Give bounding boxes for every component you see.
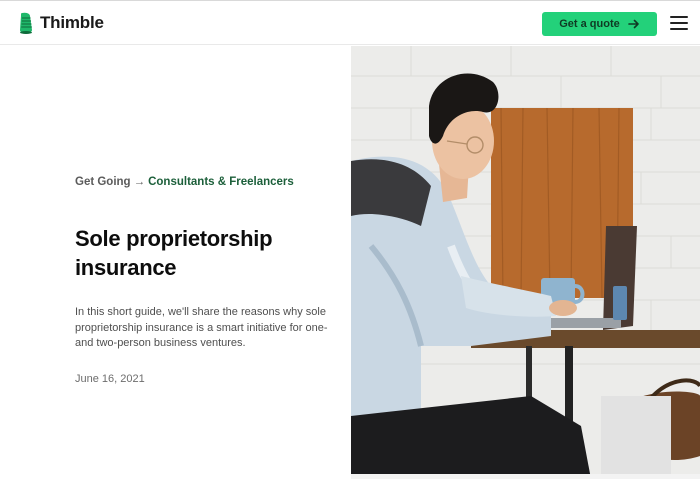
hero-photo-person-laptop <box>351 46 700 479</box>
breadcrumb-separator: → <box>133 176 146 188</box>
site-header: Thimble Get a quote <box>0 0 700 45</box>
hero-image <box>351 46 700 479</box>
hero-text-section: Get Going → Consultants & Freelancers Sole… <box>0 46 351 479</box>
get-a-quote-label: Get a quote <box>559 18 620 30</box>
thimble-logo-icon <box>20 12 32 34</box>
article-intro: In this short guide, we'll share the rea… <box>75 306 328 349</box>
page-title: Sole proprietorship insurance <box>75 226 273 280</box>
brand-name: Thimble <box>40 13 104 32</box>
breadcrumb-link-consultants[interactable]: Consultants & Freelancers <box>148 176 294 188</box>
brand-logo-link[interactable]: Thimble <box>18 12 104 34</box>
hamburger-menu-icon[interactable] <box>670 16 688 32</box>
breadcrumb: Get Going → Consultants & Freelancers <box>75 176 294 188</box>
arrow-right-icon <box>627 19 639 29</box>
publish-date: June 16, 2021 <box>75 373 145 385</box>
get-a-quote-button[interactable]: Get a quote <box>542 12 657 36</box>
breadcrumb-link-get-going[interactable]: Get Going <box>75 176 131 188</box>
